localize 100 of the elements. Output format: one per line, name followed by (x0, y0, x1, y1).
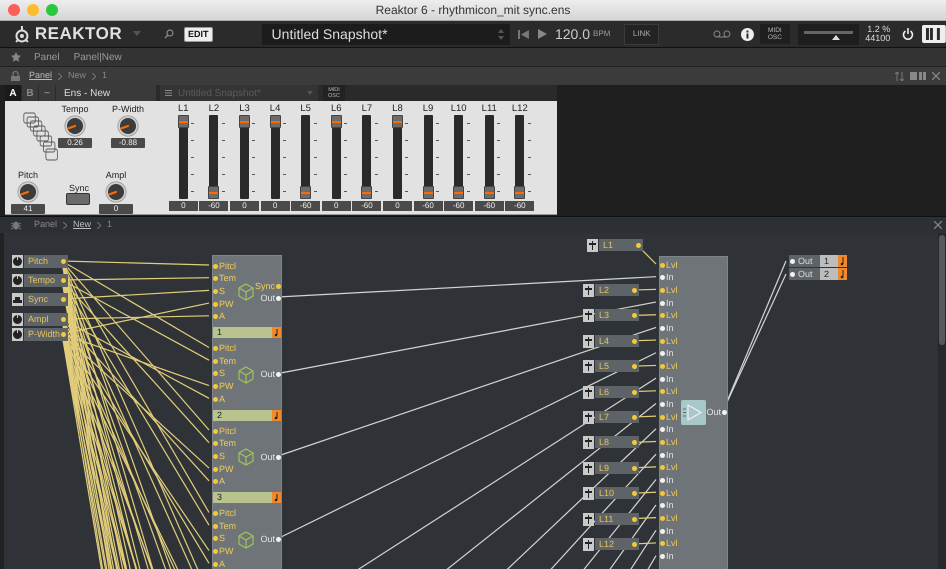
port-label[interactable]: In (660, 272, 674, 284)
fader-thumb[interactable] (178, 115, 189, 128)
port-label[interactable]: In (660, 475, 674, 486)
control-module-label[interactable]: Sync (24, 293, 68, 306)
snapshot-field[interactable]: Untitled Snapshot* (262, 24, 510, 44)
control-module-label[interactable]: L8 (595, 436, 639, 448)
control-module-label[interactable]: L9 (595, 462, 639, 474)
knob[interactable] (117, 115, 139, 137)
port-label[interactable]: Tem (213, 273, 236, 284)
power-icon[interactable] (902, 28, 914, 40)
fader-value[interactable]: 0 (260, 201, 290, 211)
knob[interactable] (105, 181, 127, 203)
fader-value[interactable]: 0 (382, 201, 412, 211)
port-label[interactable]: In (660, 398, 674, 410)
port-label[interactable]: In (660, 424, 674, 436)
output-label[interactable]: Out (789, 268, 820, 280)
breadcrumb-link[interactable]: New (67, 69, 88, 83)
port-label[interactable]: In (660, 450, 674, 461)
port-label[interactable]: Out (260, 534, 281, 545)
fader-thumb[interactable] (392, 115, 403, 128)
port-label[interactable]: Sync (254, 280, 281, 292)
port-label[interactable]: Out (260, 452, 281, 462)
port-label[interactable]: Pitcl (213, 260, 236, 272)
lock-icon[interactable] (11, 71, 20, 81)
fader-value[interactable]: -60 (352, 201, 382, 211)
knob-value[interactable]: 41 (11, 204, 45, 214)
output-label[interactable]: Out (789, 255, 820, 267)
control-module-label[interactable]: L12 (595, 538, 639, 550)
info-icon[interactable] (741, 28, 754, 40)
fader-thumb[interactable] (484, 186, 495, 199)
play-icon[interactable] (538, 29, 547, 39)
voice-bar[interactable]: 1 (213, 327, 272, 338)
port-label[interactable]: A (213, 476, 226, 488)
port-label[interactable]: Tem (213, 356, 236, 367)
instrument-tab[interactable]: B (22, 85, 38, 101)
link-button[interactable]: LINK (624, 24, 660, 44)
fader-thumb[interactable] (514, 186, 526, 199)
breadcrumb-link[interactable]: Panel (33, 218, 58, 232)
fader-thumb[interactable] (300, 186, 312, 199)
port-label[interactable]: In (660, 551, 674, 562)
port-label[interactable]: Lvl (660, 412, 678, 423)
fader-value[interactable]: -60 (444, 201, 474, 211)
port-label[interactable]: Tem (213, 438, 236, 450)
port-label[interactable]: Pitcl (213, 426, 236, 436)
favorite-tab[interactable]: Panel|New (74, 50, 122, 64)
fader-thumb[interactable] (270, 115, 281, 128)
port-label[interactable]: In (660, 500, 674, 512)
breadcrumb-link[interactable]: 1 (101, 69, 108, 83)
voice-bar[interactable]: 2 (213, 410, 272, 420)
port-label[interactable]: PW (213, 464, 234, 475)
fader-value[interactable]: -60 (414, 201, 443, 211)
voice-bar[interactable]: 3 (213, 492, 272, 503)
port-label[interactable]: A (213, 311, 226, 322)
port-label[interactable]: PW (213, 298, 234, 310)
fader-value[interactable]: -60 (505, 201, 534, 211)
port-label[interactable]: S (213, 533, 226, 544)
knob-value[interactable]: -0.88 (111, 138, 145, 148)
channel-number[interactable]: 1 (820, 255, 838, 267)
layout-icon[interactable] (910, 72, 926, 80)
fader-thumb[interactable] (422, 186, 434, 199)
control-module-label[interactable]: L2 (595, 284, 639, 296)
port-label[interactable]: Lvl (660, 488, 678, 499)
close-icon[interactable] (932, 72, 940, 80)
port-label[interactable]: Lvl (660, 284, 678, 296)
macro-block[interactable]: Pitcl Tem S PW A Sync Out 1 Pitcl Tem S PW A Out 2 Pitcl Tem S PW A Out 3 Pitcl Tem S PW A Out (212, 255, 282, 569)
control-module-label[interactable]: L3 (595, 309, 639, 322)
port-label[interactable]: PW (213, 546, 234, 558)
port-label[interactable]: S (213, 286, 226, 297)
port-label[interactable]: Lvl (660, 462, 678, 474)
breadcrumb-link[interactable]: 1 (106, 218, 114, 232)
fader-thumb[interactable] (208, 186, 220, 199)
tape-icon[interactable] (713, 30, 732, 38)
port-label[interactable]: Lvl (660, 538, 678, 550)
instrument-tab[interactable]: A (5, 85, 21, 101)
port-label[interactable]: In (660, 322, 674, 334)
scrollbar[interactable] (938, 233, 946, 569)
knob-value[interactable]: 0.26 (58, 138, 92, 148)
fader-thumb[interactable] (361, 186, 372, 199)
sort-icon[interactable] (895, 72, 904, 80)
port-label[interactable]: Lvl (660, 360, 678, 372)
rewind-icon[interactable] (518, 30, 530, 38)
port-label[interactable]: A (213, 394, 226, 405)
mixer-block[interactable]: Lvl In Lvl In Lvl In Lvl In Lvl In Lvl In Lvl In Lvl In Lvl In Lvl In Lvl In Lvl In Out (659, 256, 728, 569)
port-label[interactable]: In (660, 348, 674, 360)
control-module-label[interactable]: Tempo (24, 274, 68, 287)
port-label[interactable]: Lvl (660, 310, 678, 322)
star-icon[interactable] (11, 52, 21, 62)
port-label[interactable]: A (213, 558, 226, 569)
port-label[interactable]: Lvl (660, 260, 678, 270)
knob[interactable] (17, 181, 39, 203)
port-label[interactable]: S (213, 368, 226, 380)
port-label[interactable]: Out (260, 369, 281, 380)
control-module-label[interactable]: L11 (595, 512, 639, 525)
port-label[interactable]: Lvl (660, 513, 678, 524)
port-label[interactable]: In (660, 374, 674, 385)
ensemble-name[interactable]: Ens - New (56, 85, 156, 101)
breadcrumb-link[interactable]: Panel (28, 69, 54, 83)
control-module-label[interactable]: P-Width (24, 328, 68, 341)
breadcrumb-link[interactable]: New (72, 218, 92, 232)
control-module-label[interactable]: L4 (595, 334, 639, 347)
